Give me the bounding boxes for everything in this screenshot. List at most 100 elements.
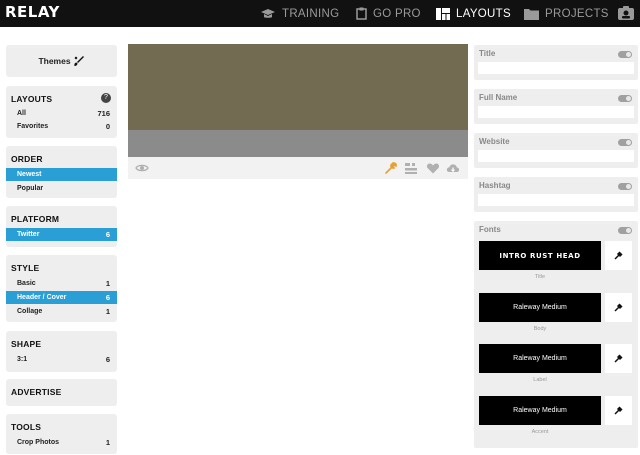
font-title-caption: Title <box>534 274 546 280</box>
website-field-label: Website <box>479 137 510 146</box>
shape-panel: SHAPE 3:1 6 <box>6 331 117 372</box>
hashtag-field-label: Hashtag <box>479 181 511 190</box>
shape-title: SHAPE <box>11 339 42 349</box>
layouts-title: LAYOUTS <box>11 94 53 104</box>
shape-3-1[interactable]: 3:1 6 <box>6 353 117 366</box>
clipboard-icon <box>356 7 367 20</box>
filter-all-count: 716 <box>97 109 110 118</box>
title-field[interactable] <box>478 62 634 74</box>
graduation-cap-icon <box>261 8 275 18</box>
nav-go-pro-label: GO PRO <box>373 7 421 20</box>
title-field-label: Title <box>479 49 496 58</box>
preview-toolbar <box>128 157 468 179</box>
eyedropper-icon <box>614 406 623 415</box>
tools-title: TOOLS <box>11 422 42 432</box>
user-card-icon[interactable] <box>617 5 635 21</box>
hashtag-field-group: Hashtag <box>474 177 638 212</box>
hashtag-field[interactable] <box>478 194 634 206</box>
nav-layouts[interactable]: LAYOUTS <box>436 0 511 27</box>
order-newest[interactable]: Newest <box>6 168 117 181</box>
layouts-panel: LAYOUTS ? All 716 Favorites 0 <box>6 86 117 138</box>
full-name-field-group: Full Name <box>474 89 638 124</box>
font-label-button[interactable]: Raleway Medium <box>479 344 601 373</box>
font-body-picker[interactable] <box>605 293 632 322</box>
paint-brush-icon <box>73 56 84 66</box>
font-accent-picker[interactable] <box>605 396 632 425</box>
fonts-title: Fonts <box>479 225 501 234</box>
nav-go-pro[interactable]: GO PRO <box>356 0 421 27</box>
nav-projects[interactable]: PROJECTS <box>524 0 609 27</box>
font-label-picker[interactable] <box>605 344 632 373</box>
themes-label: Themes <box>38 56 71 66</box>
font-body-caption: Body <box>533 326 547 332</box>
font-body-button[interactable]: Raleway Medium <box>479 293 601 322</box>
folder-icon <box>524 8 539 20</box>
website-field-group: Website <box>474 133 638 168</box>
platform-twitter-count: 6 <box>105 230 110 239</box>
style-collage[interactable]: Collage 1 <box>6 305 117 318</box>
title-field-group: Title <box>474 45 638 80</box>
filter-all-label: All <box>17 110 26 117</box>
font-accent-caption: Accent <box>531 429 549 435</box>
nav-training-label: TRAINING <box>282 7 340 20</box>
filter-favorites-label: Favorites <box>17 123 49 130</box>
tools-panel: TOOLS Crop Photos 1 <box>6 414 117 454</box>
filter-favorites[interactable]: Favorites 0 <box>6 120 117 133</box>
platform-title: PLATFORM <box>11 214 60 224</box>
font-accent-button[interactable]: Raleway Medium <box>479 396 601 425</box>
order-popular-label: Popular <box>17 185 44 192</box>
hashtag-toggle[interactable] <box>618 183 632 190</box>
layouts-grid-icon <box>436 7 450 20</box>
eye-icon[interactable] <box>135 161 149 175</box>
full-name-field[interactable] <box>478 106 634 118</box>
heart-icon[interactable] <box>426 161 440 175</box>
filter-favorites-count: 0 <box>105 122 110 131</box>
font-title-button[interactable]: INTRO RUST HEAD <box>479 241 601 270</box>
full-name-toggle[interactable] <box>618 95 632 102</box>
help-icon[interactable]: ? <box>101 93 111 103</box>
style-collage-label: Collage <box>17 308 43 315</box>
title-toggle[interactable] <box>618 51 632 58</box>
relay-logo[interactable]: RELAY <box>5 3 60 21</box>
advertise-title: ADVERTISE <box>11 387 62 397</box>
font-label-caption: Label <box>533 377 547 383</box>
themes-button[interactable]: Themes <box>6 45 117 77</box>
style-panel: STYLE Basic 1 Header / Cover 6 Collage 1 <box>6 255 117 322</box>
layout-preview-footer <box>128 130 468 157</box>
nav-layouts-label: LAYOUTS <box>456 7 511 20</box>
style-basic-label: Basic <box>17 280 36 287</box>
advertise-panel[interactable]: ADVERTISE <box>6 379 117 406</box>
wrench-icon[interactable] <box>384 161 398 175</box>
tool-crop-photos[interactable]: Crop Photos 1 <box>6 436 117 449</box>
style-collage-count: 1 <box>105 307 110 316</box>
top-navigation-bar: RELAY TRAINING GO PRO LAYOUTS PROJECTS <box>0 0 640 27</box>
style-basic-count: 1 <box>105 279 110 288</box>
platform-twitter-label: Twitter <box>17 231 40 238</box>
eyedropper-icon <box>614 354 623 363</box>
nav-projects-label: PROJECTS <box>545 7 609 20</box>
style-title: STYLE <box>11 263 40 273</box>
website-toggle[interactable] <box>618 139 632 146</box>
website-field[interactable] <box>478 150 634 162</box>
tool-crop-photos-count: 1 <box>105 438 110 447</box>
style-basic[interactable]: Basic 1 <box>6 277 117 290</box>
platform-twitter[interactable]: Twitter 6 <box>6 228 117 241</box>
order-popular[interactable]: Popular <box>6 182 117 195</box>
eyedropper-icon <box>614 303 623 312</box>
nav-training[interactable]: TRAINING <box>260 0 339 27</box>
cloud-download-icon[interactable] <box>446 161 460 175</box>
order-newest-label: Newest <box>17 171 42 178</box>
order-title: ORDER <box>11 154 43 164</box>
sliders-icon[interactable] <box>404 161 418 175</box>
shape-3-1-count: 6 <box>105 355 110 364</box>
shape-3-1-label: 3:1 <box>17 356 28 363</box>
layout-preview-image[interactable] <box>128 44 468 130</box>
filter-all[interactable]: All 716 <box>6 107 117 120</box>
style-header-cover[interactable]: Header / Cover 6 <box>6 291 117 304</box>
font-title-picker[interactable] <box>605 241 632 270</box>
full-name-field-label: Full Name <box>479 93 518 102</box>
style-header-cover-count: 6 <box>105 293 110 302</box>
tool-crop-photos-label: Crop Photos <box>17 439 59 446</box>
fonts-toggle[interactable] <box>618 227 632 234</box>
order-panel: ORDER Newest Popular <box>6 146 117 198</box>
